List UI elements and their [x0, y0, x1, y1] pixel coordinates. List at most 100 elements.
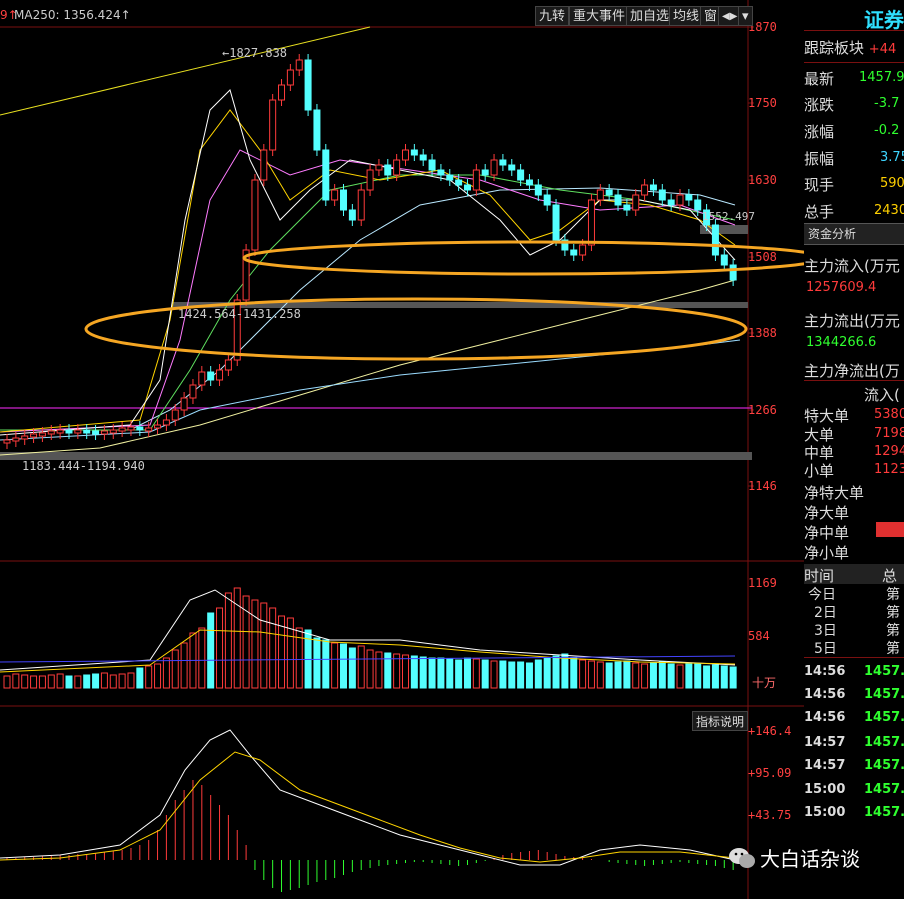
- period-value: 第: [886, 605, 900, 621]
- volume-bar: [100, 672, 108, 689]
- volume-bar: [579, 659, 587, 689]
- quote-label: 涨幅: [804, 123, 835, 141]
- candle: [180, 397, 188, 411]
- candle: [481, 169, 489, 176]
- volume-bar: [207, 612, 215, 689]
- volume-bar: [703, 665, 711, 689]
- order-value: 7198: [874, 426, 904, 441]
- tick-time: 14:56: [804, 664, 846, 679]
- quote-label: 最新: [804, 70, 835, 88]
- volume-bar: [331, 642, 339, 689]
- volume-bar: [517, 661, 525, 689]
- candle: [517, 169, 525, 181]
- stock-chart[interactable]: ←1827.838 1424.564-1431.258 1183.444-119…: [0, 0, 804, 899]
- candle: [384, 164, 392, 176]
- candle: [455, 179, 463, 186]
- candle: [251, 179, 259, 251]
- candle: [189, 384, 197, 399]
- add-watchlist-button[interactable]: 加自选: [626, 6, 674, 26]
- candle: [543, 194, 551, 206]
- tick-time: 15:00: [804, 805, 846, 820]
- tick-price: 1457.8: [864, 758, 904, 773]
- volume-bar: [92, 673, 100, 689]
- net-medium-bar: [876, 522, 904, 537]
- volume-bar: [401, 654, 409, 689]
- volume-bar: [384, 652, 392, 689]
- period-value: 第: [886, 623, 900, 639]
- quote-value: 3.75: [880, 150, 904, 165]
- volume-bar: [658, 661, 666, 689]
- candle: [579, 244, 587, 256]
- candle: [198, 371, 206, 386]
- tick-time: 14:56: [804, 687, 846, 702]
- volume-bar: [162, 657, 170, 689]
- fund-analysis-tab[interactable]: 资金分析: [804, 223, 904, 245]
- track-label: 跟踪板块: [804, 39, 865, 57]
- macd-tick: +43.75: [748, 808, 792, 822]
- net-outflow-label: 主力净流出(万: [804, 362, 900, 380]
- candle: [278, 84, 286, 101]
- candle: [596, 189, 604, 201]
- gap-lower-annotation: 1183.444-1194.940: [22, 459, 145, 473]
- ma5-line: [0, 89, 736, 436]
- period-time-header: 时间: [804, 567, 835, 585]
- quote-label: 振幅: [804, 150, 835, 168]
- volume-bar: [641, 663, 649, 689]
- volume-bar: [667, 663, 675, 689]
- candle: [490, 159, 498, 176]
- period-label: 2日: [814, 605, 837, 621]
- volume-bar: [419, 656, 427, 689]
- candle: [118, 427, 126, 432]
- volume-bar: [481, 659, 489, 689]
- volume-bar: [543, 657, 551, 689]
- ma-button[interactable]: 均线: [669, 6, 704, 26]
- volume-bar: [694, 663, 702, 689]
- candle: [499, 159, 507, 166]
- period-label: 今日: [808, 587, 836, 603]
- jiuzhuan-button[interactable]: 九转: [535, 6, 570, 26]
- candle: [534, 184, 542, 196]
- candle: [74, 429, 82, 434]
- candle: [348, 209, 356, 221]
- tick-price: 1457.9: [864, 805, 904, 820]
- candle: [658, 189, 666, 201]
- volume-bar: [348, 647, 356, 689]
- candle: [632, 194, 640, 211]
- tick-time: 14:56: [804, 710, 846, 725]
- candle: [207, 371, 215, 381]
- candle: [340, 189, 348, 211]
- candle: [410, 149, 418, 156]
- volume-bar: [587, 660, 595, 689]
- volume-bar: [729, 666, 737, 689]
- vol-tick: 584: [748, 629, 770, 643]
- volume-bar: [322, 639, 330, 689]
- volume-bar: [596, 661, 604, 689]
- candle: [295, 59, 303, 71]
- candle: [463, 184, 471, 191]
- candle: [304, 59, 312, 111]
- ma20-line: [0, 149, 736, 433]
- volume-bar: [12, 673, 20, 689]
- volume-bar: [313, 637, 321, 689]
- volume-bar: [508, 661, 516, 689]
- candle: [331, 189, 339, 201]
- indicator-help-button[interactable]: 指标说明: [692, 711, 749, 731]
- major-events-button[interactable]: 重大事件: [569, 6, 630, 26]
- candle: [3, 439, 11, 444]
- quote-value: -3.7: [874, 96, 900, 111]
- candle: [525, 179, 533, 186]
- volume-bar: [74, 675, 82, 689]
- volume-bar: [216, 607, 224, 689]
- candle: [357, 189, 365, 221]
- level-annotation: 1552.497: [702, 210, 755, 223]
- volume-bar: [127, 672, 135, 689]
- candle: [694, 199, 702, 211]
- tick-price: 1457.2: [864, 664, 904, 679]
- price-tick: 1266: [748, 403, 777, 417]
- candle: [56, 429, 64, 434]
- candle: [65, 429, 73, 434]
- volume-bar: [632, 662, 640, 689]
- price-tick: 1508: [748, 250, 777, 264]
- chevron-down-icon[interactable]: ▾: [738, 6, 753, 26]
- volume-bar: [561, 653, 569, 689]
